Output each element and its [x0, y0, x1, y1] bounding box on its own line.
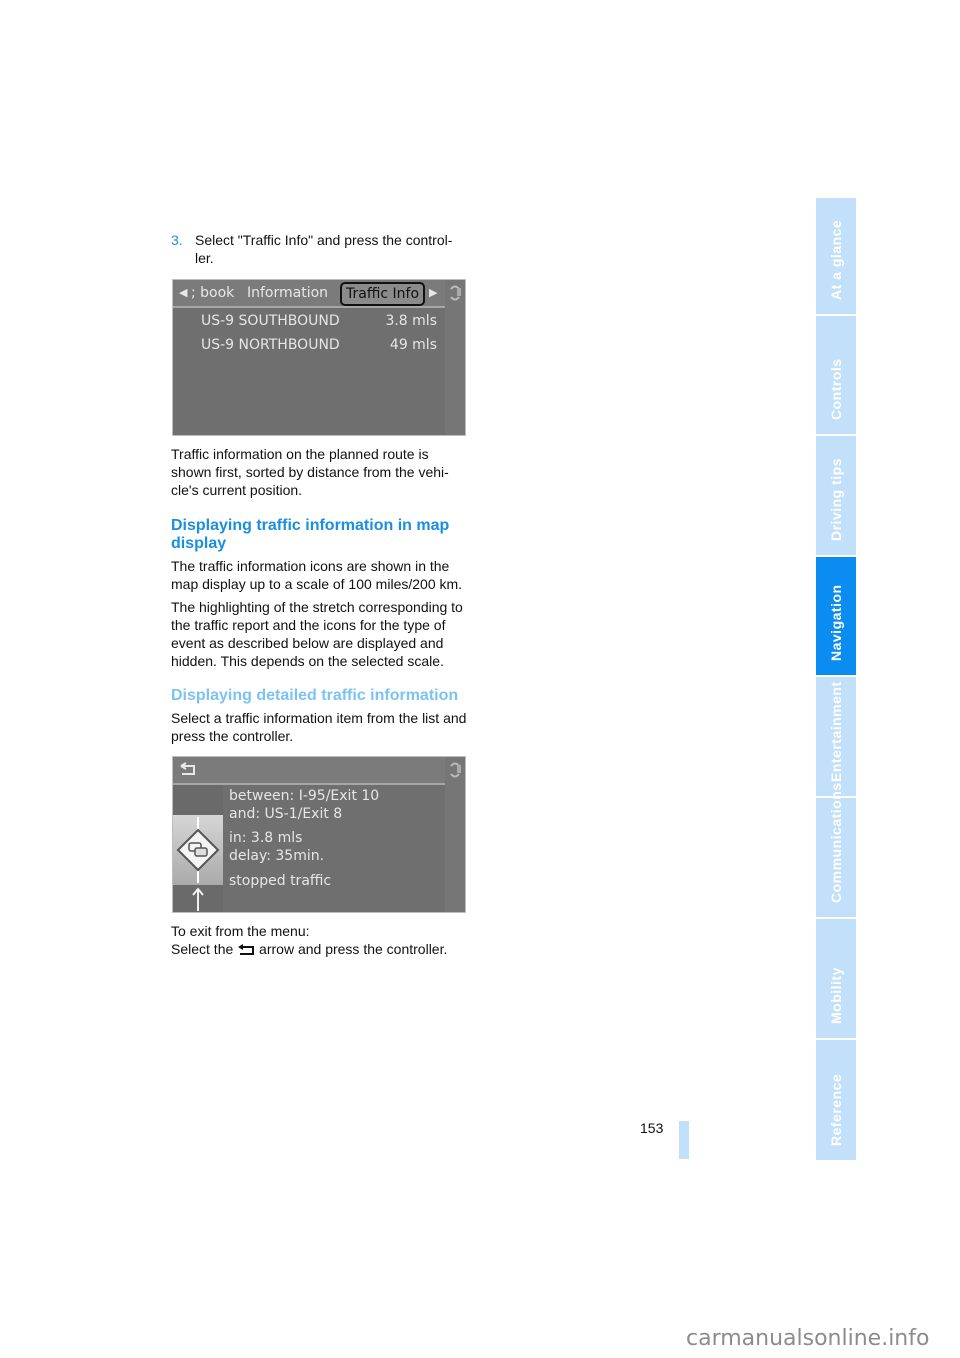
page-number-bar: [679, 1121, 689, 1159]
side-tab-at-a-glance[interactable]: At a glance: [816, 198, 856, 314]
screen-tab-bar: ◀ ; book Information Traffic Info ▶: [173, 280, 465, 308]
exit-line-2: Select the arrow and press the controlle…: [171, 941, 448, 957]
side-tab-controls[interactable]: Controls: [816, 316, 856, 434]
tab-left-arrow[interactable]: ◀: [179, 283, 187, 303]
traffic-jam-sign-icon: [176, 817, 220, 883]
side-tab-entertainment[interactable]: Entertainment: [816, 677, 856, 796]
detail-event-type: stopped traffic: [229, 873, 332, 889]
traffic-detail-screen: between: I-95/Exit 10 and: US-1/Exit 8 i…: [172, 756, 466, 913]
watermark: carmanualsonline.info: [686, 1326, 930, 1351]
tab-right-arrow[interactable]: ▶: [429, 283, 437, 303]
scrollbar[interactable]: [445, 757, 465, 912]
road-name: US-9 SOUTHBOUND: [201, 313, 340, 329]
list-item[interactable]: US-9 NORTHBOUND 49 mls: [201, 337, 437, 353]
side-tab-communications[interactable]: Communications: [816, 782, 856, 917]
section-heading: Displaying traffic information in map di…: [171, 517, 450, 552]
tab-traffic-info[interactable]: Traffic Info: [340, 282, 426, 306]
detail-between: between: I-95/Exit 10: [229, 788, 380, 804]
detail-in: in: 3.8 mls: [229, 830, 303, 846]
screen-top-bar: [173, 757, 465, 785]
page-number: 153: [640, 1120, 664, 1136]
tab-address-book[interactable]: ; book: [191, 283, 234, 303]
road-name: US-9 NORTHBOUND: [201, 337, 340, 353]
traffic-info-list-screen: ◀ ; book Information Traffic Info ▶ US-9…: [172, 279, 466, 436]
road-distance: 49 mls: [389, 337, 437, 353]
paragraph: Select a traffic information item from t…: [171, 710, 467, 744]
side-tab-navigation[interactable]: Navigation: [816, 557, 856, 675]
section-heading: Displaying detailed traffic information: [171, 687, 459, 704]
exit-line-1: To exit from the menu:: [171, 923, 310, 939]
controller-knob-icon: [450, 285, 461, 301]
return-arrow-icon[interactable]: [179, 762, 197, 776]
paragraph: The highlighting of the stretch correspo…: [171, 599, 463, 669]
detail-delay: delay: 35min.: [229, 848, 325, 864]
list-item[interactable]: US-9 SOUTHBOUND 3.8 mls: [201, 313, 437, 329]
step-3: 3. Select "Traffic Info" and press the co…: [171, 231, 471, 267]
step-number: 3.: [171, 232, 183, 248]
side-tab-reference[interactable]: Reference: [816, 1040, 856, 1160]
side-tab-driving-tips[interactable]: Driving tips: [816, 436, 856, 555]
exit-instructions: To exit from the menu: Select the arrow …: [171, 922, 471, 958]
controller-knob-icon: [450, 762, 461, 778]
event-icon-panel[interactable]: [173, 815, 223, 885]
paragraph: The traffic information icons are shown …: [171, 558, 463, 592]
return-arrow-icon: [238, 944, 255, 955]
scrollbar[interactable]: [445, 280, 465, 435]
detail-and: and: US-1/Exit 8: [229, 806, 343, 822]
step-text: Select "Traffic Info" and press the cont…: [195, 232, 453, 266]
paragraph: Traffic information on the planned route…: [171, 446, 449, 498]
side-tab-mobility[interactable]: Mobility: [816, 919, 856, 1038]
road-distance: 3.8 mls: [385, 313, 437, 329]
tab-information[interactable]: Information: [247, 283, 328, 303]
up-arrow-icon[interactable]: [190, 887, 206, 911]
